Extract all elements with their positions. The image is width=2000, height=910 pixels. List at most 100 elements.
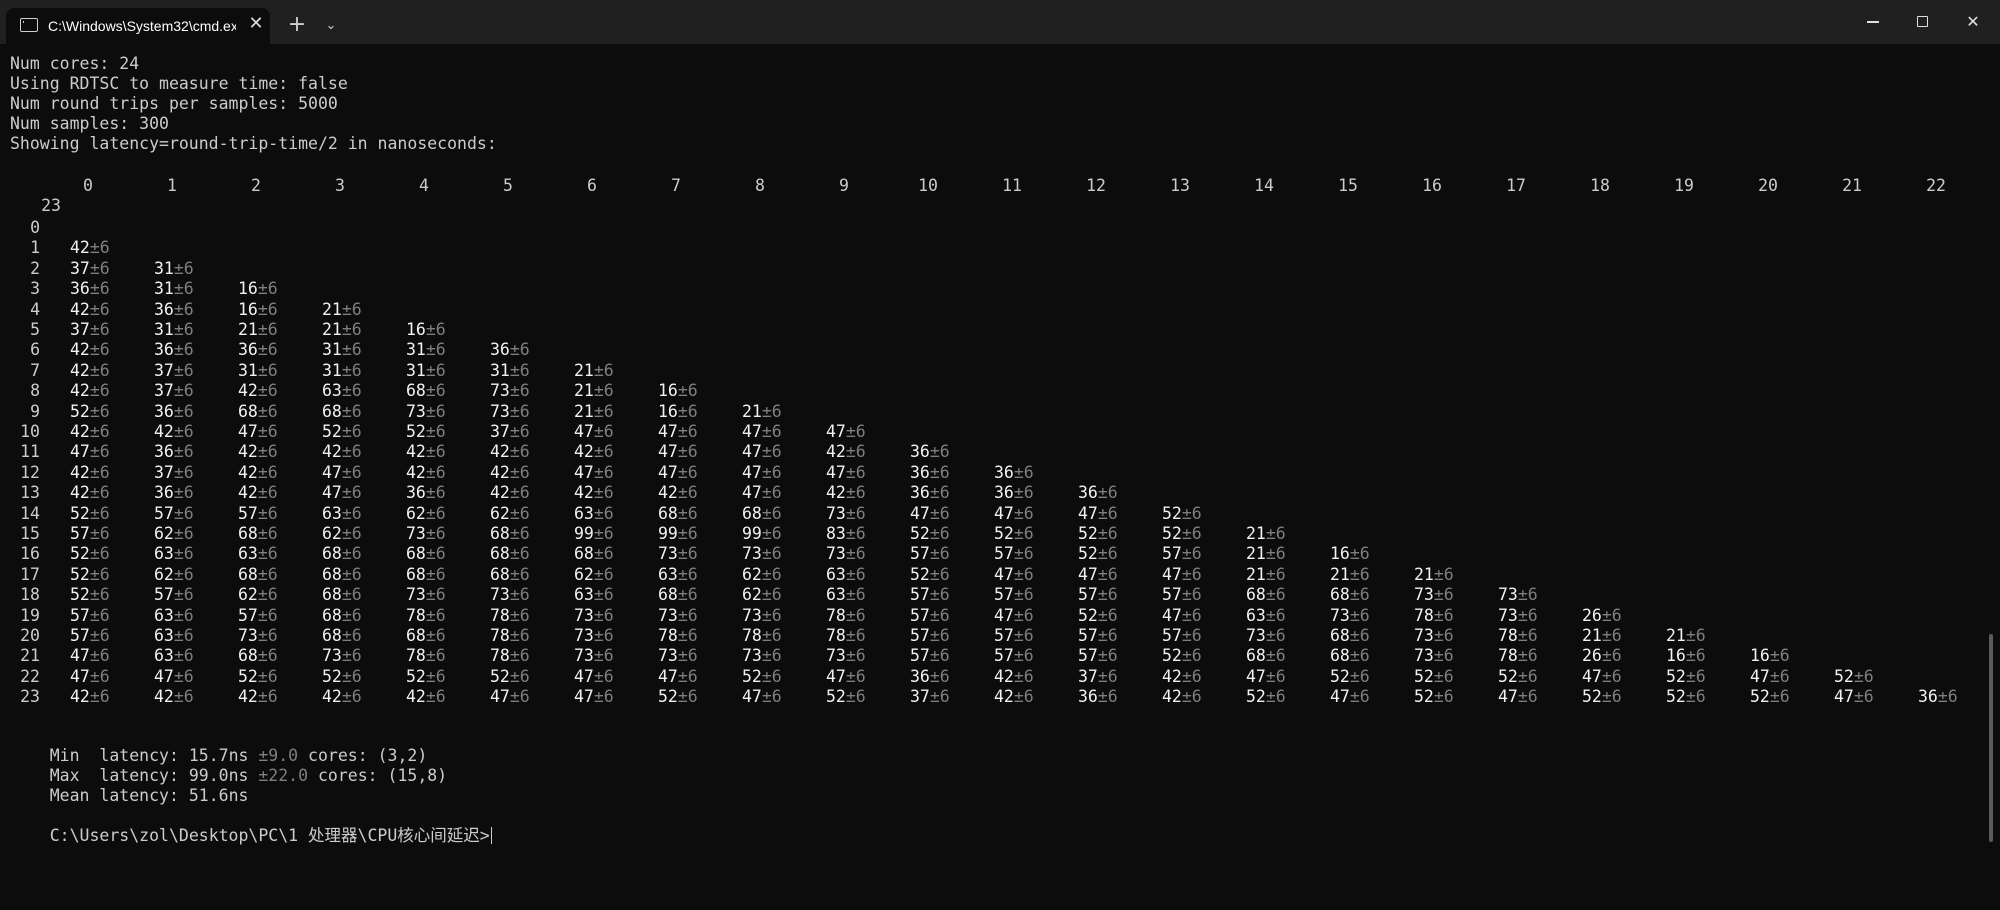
- latency-cell: 36±6: [1918, 687, 1958, 707]
- column-header: 2: [251, 176, 261, 195]
- latency-cell: 47±6: [70, 646, 110, 666]
- latency-cell: 68±6: [1330, 626, 1370, 645]
- latency-cell: 62±6: [406, 503, 446, 523]
- latency-cell: 57±6: [70, 626, 110, 645]
- latency-cell: 73±6: [658, 605, 698, 625]
- latency-cell: 52±6: [322, 666, 362, 686]
- latency-cell: 36±6: [154, 483, 194, 503]
- latency-cell: 47±6: [994, 564, 1034, 584]
- latency-cell: 52±6: [70, 401, 110, 421]
- latency-cell: 42±6: [70, 238, 110, 258]
- latency-cell: 57±6: [994, 544, 1034, 564]
- terminal-output[interactable]: Num cores: 24 Using RDTSC to measure tim…: [0, 44, 2000, 910]
- latency-cell: 42±6: [994, 687, 1034, 707]
- row-label: 18: [20, 585, 40, 605]
- scrollbar[interactable]: [1989, 634, 1993, 842]
- latency-cell: 42±6: [322, 442, 362, 462]
- latency-cell: 62±6: [238, 585, 278, 605]
- row-label: 7: [30, 360, 40, 380]
- row-label: 13: [20, 483, 40, 503]
- row-label: 19: [20, 605, 40, 625]
- latency-cell: 52±6: [1078, 524, 1118, 543]
- latency-cell: 36±6: [994, 462, 1034, 482]
- latency-cell: 36±6: [1078, 483, 1118, 503]
- maximize-button[interactable]: [1898, 0, 1948, 44]
- latency-cell: 62±6: [490, 503, 530, 523]
- latency-cell: 42±6: [70, 483, 110, 503]
- latency-cell: 47±6: [1582, 666, 1622, 686]
- latency-cell: 42±6: [322, 687, 362, 707]
- latency-cell: 42±6: [70, 299, 110, 319]
- latency-cell: 42±6: [154, 422, 194, 441]
- latency-cell: 37±6: [154, 360, 194, 380]
- latency-cell: 57±6: [1162, 585, 1202, 605]
- column-header: 16: [1422, 176, 1442, 195]
- latency-cell: 73±6: [1414, 585, 1454, 605]
- chevron-down-icon[interactable]: ⌄: [318, 13, 344, 39]
- minimize-button[interactable]: [1848, 0, 1898, 44]
- latency-cell: 73±6: [574, 626, 614, 645]
- latency-cell: 47±6: [826, 462, 866, 482]
- tab-title: C:\Windows\System32\cmd.exe: [48, 18, 236, 34]
- latency-cell: 31±6: [154, 279, 194, 299]
- close-window-button[interactable]: ✕: [1948, 0, 1998, 44]
- latency-cell: 47±6: [154, 666, 194, 686]
- column-header: 11: [1002, 176, 1022, 195]
- latency-cell: 47±6: [658, 462, 698, 482]
- latency-cell: 42±6: [70, 687, 110, 707]
- row-label: 6: [30, 340, 40, 360]
- latency-cell: 36±6: [910, 666, 950, 686]
- latency-cell: 42±6: [238, 462, 278, 482]
- latency-cell: 62±6: [742, 564, 782, 584]
- latency-cell: 52±6: [1078, 605, 1118, 625]
- latency-cell: 42±6: [70, 422, 110, 441]
- latency-cell: 36±6: [154, 299, 194, 319]
- latency-cell: 21±6: [1330, 564, 1370, 584]
- minimize-icon: [1867, 21, 1879, 23]
- latency-cell: 68±6: [1330, 646, 1370, 666]
- info-line: Showing latency=round-trip-time/2 in nan…: [10, 134, 497, 153]
- latency-cell: 73±6: [406, 524, 446, 543]
- latency-cell: 52±6: [70, 585, 110, 605]
- latency-cell: 36±6: [910, 462, 950, 482]
- latency-cell: 68±6: [322, 564, 362, 584]
- latency-cell: 52±6: [1162, 646, 1202, 666]
- latency-cell: 78±6: [1498, 626, 1538, 645]
- close-tab-icon[interactable]: ✕: [246, 14, 266, 34]
- latency-cell: 57±6: [994, 585, 1034, 605]
- latency-cell: 78±6: [658, 626, 698, 645]
- latency-cell: 21±6: [238, 320, 278, 339]
- latency-cell: 47±6: [574, 687, 614, 707]
- latency-cell: 16±6: [406, 320, 446, 339]
- latency-cell: 47±6: [238, 422, 278, 441]
- row-label: 21: [20, 646, 40, 666]
- latency-cell: 63±6: [826, 564, 866, 584]
- row-label: 4: [30, 299, 40, 319]
- row-label: 8: [30, 381, 40, 401]
- latency-cell: 21±6: [1246, 564, 1286, 584]
- row-label: 11: [20, 442, 40, 462]
- command-prompt[interactable]: C:\Users\zol\Desktop\PC\1 处理器\CPU核心间延迟>: [10, 806, 493, 866]
- latency-cell: 47±6: [994, 503, 1034, 523]
- latency-cell: 31±6: [406, 340, 446, 360]
- latency-cell: 42±6: [238, 381, 278, 401]
- latency-cell: 68±6: [406, 564, 446, 584]
- latency-cell: 42±6: [406, 687, 446, 707]
- latency-cell: 57±6: [910, 585, 950, 605]
- latency-cell: 62±6: [574, 564, 614, 584]
- latency-cell: 63±6: [154, 605, 194, 625]
- new-tab-button[interactable]: +: [284, 13, 310, 39]
- column-header: 13: [1170, 176, 1190, 195]
- latency-cell: 73±6: [322, 646, 362, 666]
- latency-cell: 21±6: [322, 299, 362, 319]
- latency-cell: 68±6: [1330, 585, 1370, 605]
- latency-cell: 47±6: [658, 666, 698, 686]
- latency-cell: 68±6: [1246, 646, 1286, 666]
- tab-cmd[interactable]: C:\Windows\System32\cmd.exe ✕: [6, 8, 270, 44]
- latency-cell: 52±6: [70, 544, 110, 564]
- latency-cell: 78±6: [490, 626, 530, 645]
- column-header: 6: [587, 176, 597, 195]
- latency-cell: 68±6: [490, 544, 530, 564]
- latency-cell: 42±6: [70, 462, 110, 482]
- latency-cell: 42±6: [1162, 687, 1202, 707]
